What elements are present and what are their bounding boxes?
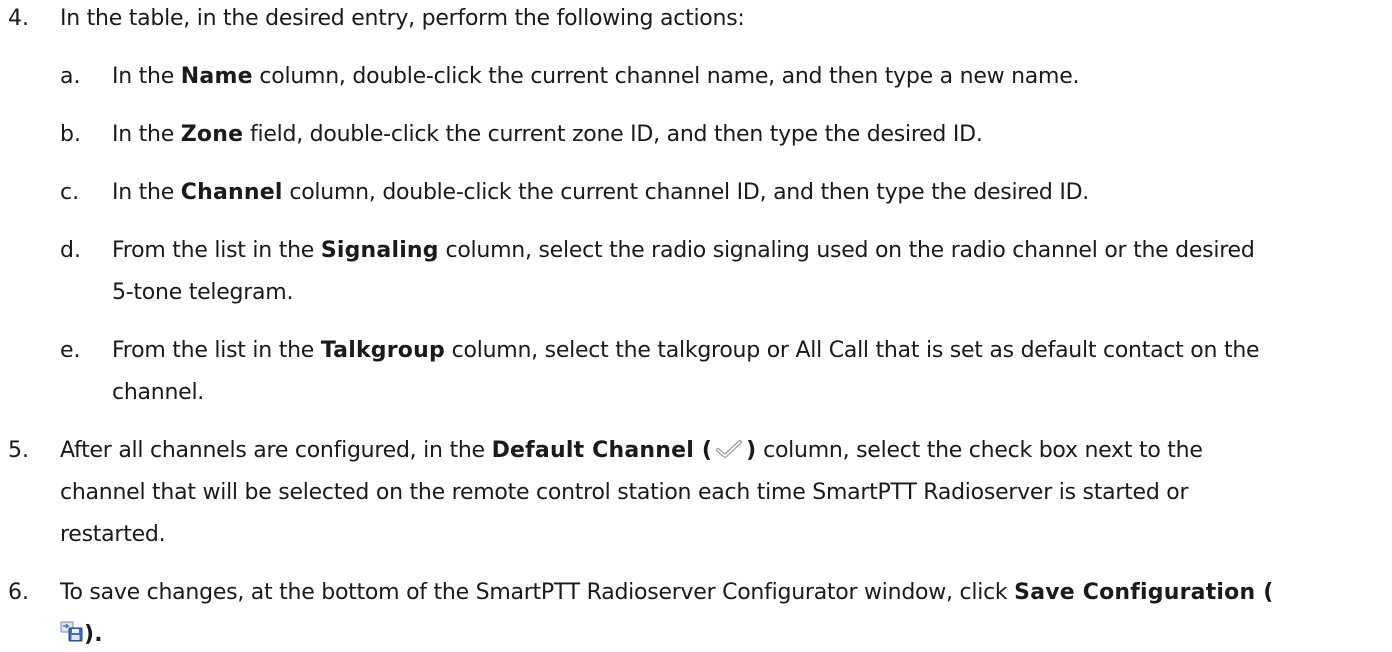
substep-letter: c. [60, 180, 80, 205]
ui-term: Zone [180, 122, 244, 147]
ui-term-close: ) [746, 438, 757, 463]
substep-letter: a. [60, 64, 81, 89]
step-number: 4. [8, 6, 29, 31]
step-text: To save changes, at the bottom of the Sm… [60, 580, 1274, 605]
ui-term: Talkgroup [320, 338, 445, 363]
save-configuration-icon [60, 621, 84, 643]
substep-text: In the Name column, double-click the cur… [112, 64, 1080, 89]
substep-text: From the list in the Signaling column, s… [112, 238, 1255, 263]
ui-term-close: ). [84, 622, 103, 647]
substep-letter: e. [60, 338, 81, 363]
substep-text: In the Channel column, double-click the … [112, 180, 1090, 205]
substep-letter: b. [60, 122, 81, 147]
ui-term: Name [180, 64, 253, 89]
step-text-continued: channel that will be selected on the rem… [60, 480, 1189, 505]
ui-term: Save Configuration ( [1014, 580, 1274, 605]
substep-text: In the Zone field, double-click the curr… [112, 122, 983, 147]
ui-term: Default Channel ( [491, 438, 713, 463]
substep-text-continued: channel. [112, 380, 205, 405]
substep-text-continued: 5-tone telegram. [112, 280, 294, 305]
step-number: 5. [8, 438, 29, 463]
step-text: After all channels are configured, in th… [60, 438, 1203, 463]
ui-term: Channel [180, 180, 283, 205]
substep-text: From the list in the Talkgroup column, s… [112, 338, 1260, 363]
step-number: 6. [8, 580, 29, 605]
step-text-continued: restarted. [60, 522, 166, 547]
check-mark-icon [714, 438, 744, 460]
ui-term: Signaling [320, 238, 439, 263]
step-text: In the table, in the desired entry, perf… [60, 6, 745, 31]
substep-letter: d. [60, 238, 81, 263]
